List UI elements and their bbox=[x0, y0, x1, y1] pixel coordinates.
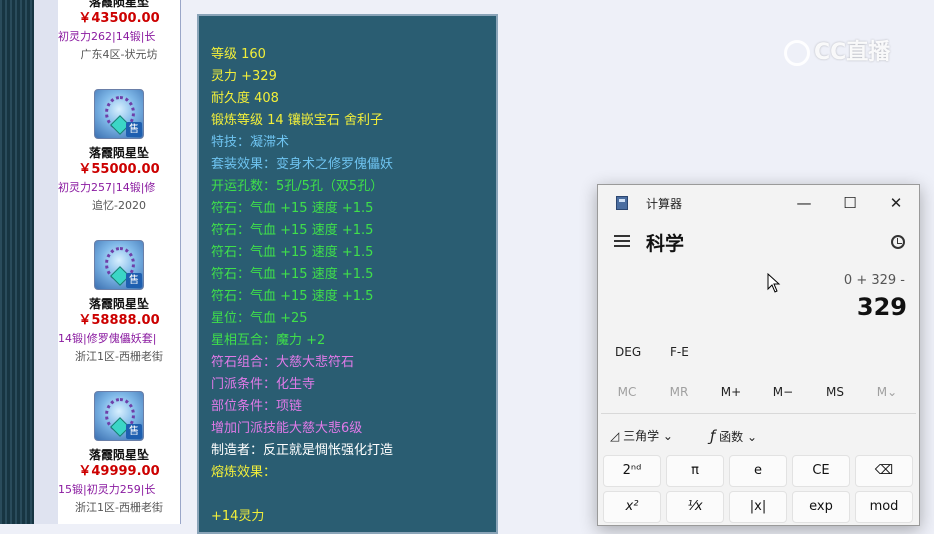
item-price: ￥49999.00 bbox=[78, 464, 160, 479]
tooltip-line: 符石：气血 +15 速度 +1.5 bbox=[211, 267, 374, 282]
mc-button[interactable]: MC bbox=[602, 379, 652, 405]
cc-logo-icon bbox=[784, 40, 810, 66]
item-listing-column: 落霞陨星坠 ￥43500.00 初灵力262|14锻|长 广东4区-状元坊 售 … bbox=[58, 0, 181, 524]
item-attributes: 15锻|初灵力259|长 bbox=[58, 483, 156, 496]
trigonometry-dropdown[interactable]: ◿ 三角学 ⌄ bbox=[610, 423, 673, 449]
item-attributes: 初灵力257|14锻|修 bbox=[58, 181, 156, 194]
item-price: ￥43500.00 bbox=[78, 11, 160, 26]
tooltip-line: 符石：气血 +15 速度 +1.5 bbox=[211, 223, 374, 238]
tooltip-line: 部位条件：项链 bbox=[211, 399, 303, 414]
tooltip-line: 熔炼效果： bbox=[211, 465, 277, 480]
m-minus-button[interactable]: M− bbox=[758, 379, 808, 405]
function-icon: ƒ bbox=[710, 427, 716, 445]
listing-item[interactable]: 落霞陨星坠 ￥43500.00 初灵力262|14锻|长 广东4区-状元坊 bbox=[58, 0, 180, 64]
item-price: ￥55000.00 bbox=[78, 162, 160, 177]
left-decor-stripe bbox=[0, 0, 34, 524]
tooltip-line bbox=[211, 484, 496, 506]
tooltip-line: +14灵力 bbox=[211, 509, 265, 524]
item-server: 浙江1区-西栅老街 bbox=[75, 501, 163, 514]
item-server: 追忆-2020 bbox=[92, 199, 146, 212]
calculator-header: 科学 bbox=[598, 221, 919, 265]
minimize-button[interactable]: — bbox=[781, 185, 827, 221]
close-button[interactable]: ✕ bbox=[873, 185, 919, 221]
maximize-button[interactable]: ☐ bbox=[827, 185, 873, 221]
result-display: 329 bbox=[856, 293, 907, 321]
e-key[interactable]: e bbox=[729, 455, 787, 487]
clear-entry-key[interactable]: CE bbox=[792, 455, 850, 487]
tooltip-line: 符石：气血 +15 速度 +1.5 bbox=[211, 201, 374, 216]
memory-list-button[interactable]: M⌄ bbox=[862, 379, 912, 405]
mouse-cursor-icon bbox=[767, 273, 781, 293]
item-name[interactable]: 落霞陨星坠 bbox=[58, 447, 180, 463]
pi-key[interactable]: π bbox=[666, 455, 724, 487]
listing-item[interactable]: 售 落霞陨星坠 ￥58888.00 14锻|修罗傀儡妖套| 浙江1区-西栅老街 bbox=[58, 240, 180, 366]
mode-title: 科学 bbox=[646, 233, 685, 255]
tooltip-line: 锻炼等级 14 镶嵌宝石 舍利子 bbox=[211, 113, 383, 128]
calculator-window: 计算器 — ☐ ✕ 科学 0 + 329 - 329 DEG F-E MC MR M… bbox=[597, 184, 920, 526]
expression-display: 0 + 329 - bbox=[843, 273, 905, 288]
mod-key[interactable]: mod bbox=[855, 491, 913, 523]
tooltip-line: 特技：凝滞术 bbox=[211, 135, 290, 150]
tooltip-line: 门派条件：化生寺 bbox=[211, 377, 316, 392]
tooltip-line: 等级 160 bbox=[211, 47, 266, 62]
tooltip-line: 符石：气血 +15 速度 +1.5 bbox=[211, 289, 374, 304]
watermark-logo: CC直播 bbox=[784, 34, 890, 66]
sell-badge: 售 bbox=[126, 273, 142, 288]
item-name[interactable]: 落霞陨星坠 bbox=[58, 145, 180, 161]
tooltip-line: 灵力 +329 bbox=[211, 69, 277, 84]
item-name[interactable]: 落霞陨星坠 bbox=[58, 296, 180, 312]
square-key[interactable]: x² bbox=[603, 491, 661, 523]
item-detail-tooltip: 等级 160 灵力 +329 耐久度 408 锻炼等级 14 镶嵌宝石 舍利子 特技：凝… bbox=[197, 14, 498, 534]
item-server: 浙江1区-西栅老街 bbox=[75, 350, 163, 363]
tooltip-line: 符石：气血 +15 速度 +1.5 bbox=[211, 245, 374, 260]
window-title: 计算器 bbox=[646, 197, 683, 211]
sell-badge: 售 bbox=[126, 424, 142, 439]
angle-toolbar: DEG F-E bbox=[598, 345, 919, 371]
triangle-icon: ◿ bbox=[610, 429, 620, 443]
listing-item[interactable]: 售 落霞陨星坠 ￥55000.00 初灵力257|14锻|修 追忆-2020 bbox=[58, 89, 180, 215]
item-attributes: 初灵力262|14锻|长 bbox=[58, 30, 156, 43]
left-decor-gutter bbox=[34, 0, 59, 524]
calculator-app-icon bbox=[616, 196, 628, 210]
chevron-down-icon: ⌄ bbox=[746, 430, 758, 444]
sell-badge: 售 bbox=[126, 122, 142, 137]
absolute-key[interactable]: |x| bbox=[729, 491, 787, 523]
reciprocal-key[interactable]: ¹⁄x bbox=[666, 491, 724, 523]
tooltip-line: 制造者：反正就是惆怅强化打造 bbox=[211, 443, 394, 458]
tooltip-line: 开运孔数：5孔/5孔（双5孔） bbox=[211, 179, 384, 194]
watermark-text: CC直播 bbox=[814, 40, 891, 65]
pendant-icon[interactable]: 售 bbox=[94, 391, 144, 441]
second-function-key[interactable]: 2ⁿᵈ bbox=[603, 455, 661, 487]
ms-button[interactable]: MS bbox=[810, 379, 860, 405]
item-price: ￥58888.00 bbox=[78, 313, 160, 328]
calculator-titlebar[interactable]: 计算器 — ☐ ✕ bbox=[598, 185, 919, 221]
tooltip-line: 耐久度 408 bbox=[211, 91, 279, 106]
history-icon[interactable] bbox=[891, 235, 905, 249]
divider bbox=[601, 413, 916, 414]
functions-label: 函数 bbox=[719, 430, 744, 444]
trigonometry-label: 三角学 bbox=[623, 429, 660, 443]
tooltip-line: 套装效果：变身术之修罗傀儡妖 bbox=[211, 157, 394, 172]
listing-item[interactable]: 售 落霞陨星坠 ￥49999.00 15锻|初灵力259|长 浙江1区-西栅老街 bbox=[58, 391, 180, 517]
deg-button[interactable]: DEG bbox=[615, 345, 641, 359]
tooltip-line: 增加门派技能大慈大悲6级 bbox=[211, 421, 363, 436]
pendant-icon[interactable]: 售 bbox=[94, 89, 144, 139]
item-attributes: 14锻|修罗傀儡妖套| bbox=[58, 332, 157, 345]
functions-dropdown[interactable]: ƒ 函数 ⌄ bbox=[710, 423, 757, 450]
tooltip-line: 星相互合：魔力 +2 bbox=[211, 333, 326, 348]
menu-icon[interactable] bbox=[614, 235, 630, 247]
pendant-icon[interactable]: 售 bbox=[94, 240, 144, 290]
backspace-key[interactable]: ⌫ bbox=[855, 455, 913, 487]
exp-key[interactable]: exp bbox=[792, 491, 850, 523]
tooltip-line: 星位：气血 +25 bbox=[211, 311, 308, 326]
memory-row: MC MR M+ M− MS M⌄ bbox=[598, 379, 919, 405]
mr-button[interactable]: MR bbox=[654, 379, 704, 405]
tooltip-line: 符石组合：大慈大悲符石 bbox=[211, 355, 355, 370]
chevron-down-icon: ⌄ bbox=[662, 429, 673, 443]
m-plus-button[interactable]: M+ bbox=[706, 379, 756, 405]
function-row: ◿ 三角学 ⌄ ƒ 函数 ⌄ bbox=[598, 423, 919, 449]
fe-button[interactable]: F-E bbox=[670, 345, 689, 359]
item-name[interactable]: 落霞陨星坠 bbox=[58, 0, 180, 10]
item-server: 广东4区-状元坊 bbox=[80, 48, 158, 61]
